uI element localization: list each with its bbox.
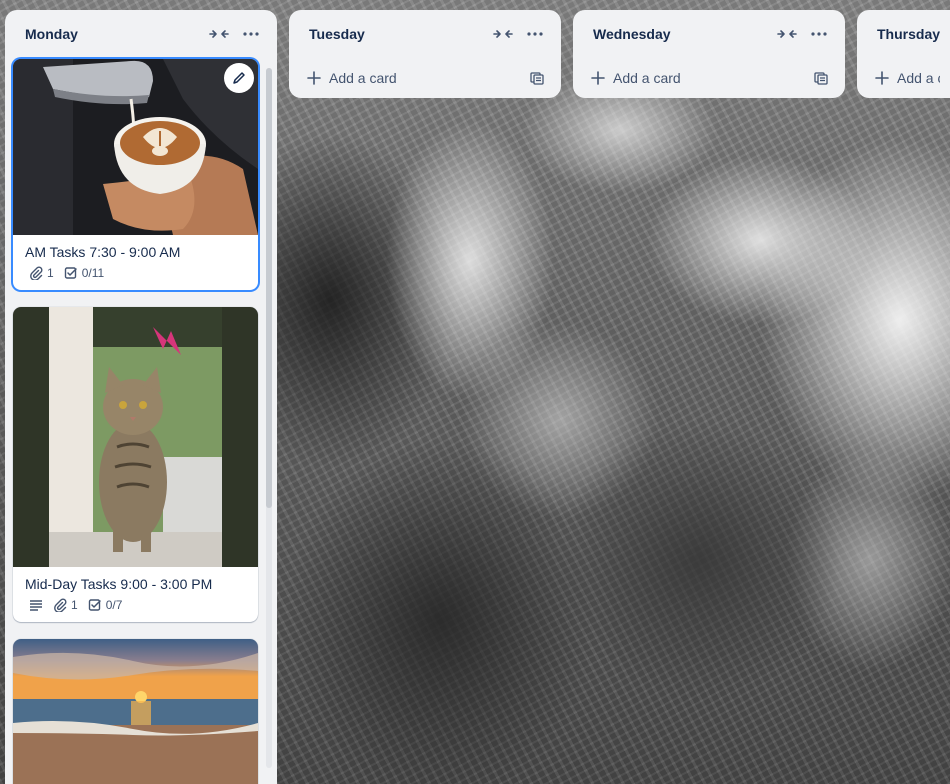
beach-sunset-photo — [13, 639, 258, 784]
latte-art-photo — [13, 59, 258, 235]
description-badge — [29, 598, 43, 612]
checklist-count: 0/7 — [105, 598, 123, 612]
add-card-button[interactable]: Add a card — [289, 58, 561, 98]
plus-icon — [589, 69, 607, 87]
list-title[interactable]: Monday — [25, 26, 203, 42]
card-title: Mid-Day Tasks 9:00 - 3:00 PM — [25, 576, 213, 592]
create-from-template-button[interactable] — [807, 64, 835, 92]
create-from-template-button[interactable] — [523, 64, 551, 92]
list-header: Tuesday — [289, 10, 561, 58]
list-monday: Monday AM Tasks 7:30 - 9:00 AM 1 0/11 Mi… — [5, 10, 277, 784]
list-wednesday: Wednesday Add a card — [573, 10, 845, 98]
list-header: Monday — [5, 10, 277, 58]
collapse-list-button[interactable] — [771, 18, 803, 50]
card-template-icon — [814, 72, 828, 85]
card-badges: 1 0/11 — [13, 264, 258, 290]
collapse-list-button[interactable] — [203, 18, 235, 50]
checkbox-icon — [88, 599, 101, 611]
more-dots-icon — [811, 32, 827, 36]
plus-icon — [305, 69, 323, 87]
list-menu-button[interactable] — [519, 18, 551, 50]
attachments-count: 1 — [71, 598, 78, 612]
list-header: Thursday — [857, 10, 950, 58]
card-template-icon — [530, 72, 544, 85]
list-tuesday: Tuesday Add a card — [289, 10, 561, 98]
tabby-cat-photo — [13, 307, 258, 567]
list-header: Wednesday — [573, 10, 845, 58]
card-cover — [13, 639, 258, 784]
list-thursday: Thursday Add a c — [857, 10, 950, 98]
add-card-label: Add a card — [613, 70, 681, 86]
card-cover — [13, 59, 258, 235]
card-am-tasks[interactable]: AM Tasks 7:30 - 9:00 AM 1 0/11 — [13, 59, 258, 290]
card-mid-day-tasks[interactable]: Mid-Day Tasks 9:00 - 3:00 PM 1 0/7 — [13, 307, 258, 622]
more-dots-icon — [243, 32, 259, 36]
attachments-badge: 1 — [29, 266, 54, 280]
plus-icon — [873, 69, 891, 87]
checklist-count: 0/11 — [81, 266, 105, 280]
list-title[interactable]: Wednesday — [593, 26, 771, 42]
add-card-label: Add a card — [329, 70, 397, 86]
add-card-button[interactable]: Add a c — [857, 58, 950, 98]
add-card-button[interactable]: Add a card — [573, 58, 845, 98]
collapse-arrows-icon — [493, 30, 513, 38]
attachments-badge: 1 — [53, 598, 78, 612]
list-menu-button[interactable] — [235, 18, 267, 50]
checklist-badge: 0/11 — [64, 266, 104, 280]
add-card-label: Add a c — [897, 70, 940, 86]
card-badges: 1 0/7 — [13, 596, 258, 622]
checkbox-icon — [64, 267, 77, 279]
checklist-badge: 0/7 — [88, 598, 123, 612]
description-lines-icon — [30, 600, 42, 611]
paperclip-icon — [30, 266, 43, 280]
more-dots-icon — [527, 32, 543, 36]
list-title[interactable]: Thursday — [877, 26, 940, 42]
list-menu-button[interactable] — [803, 18, 835, 50]
list-title[interactable]: Tuesday — [309, 26, 487, 42]
card-title: AM Tasks 7:30 - 9:00 AM — [25, 244, 181, 260]
collapse-arrows-icon — [209, 30, 229, 38]
paperclip-icon — [54, 598, 67, 612]
scrollbar-thumb[interactable] — [266, 68, 272, 508]
pencil-icon — [233, 72, 245, 84]
collapse-list-button[interactable] — [487, 18, 519, 50]
attachments-count: 1 — [47, 266, 54, 280]
collapse-arrows-icon — [777, 30, 797, 38]
card-sunset[interactable] — [13, 639, 258, 784]
edit-card-button[interactable] — [224, 63, 254, 93]
card-cover — [13, 307, 258, 567]
